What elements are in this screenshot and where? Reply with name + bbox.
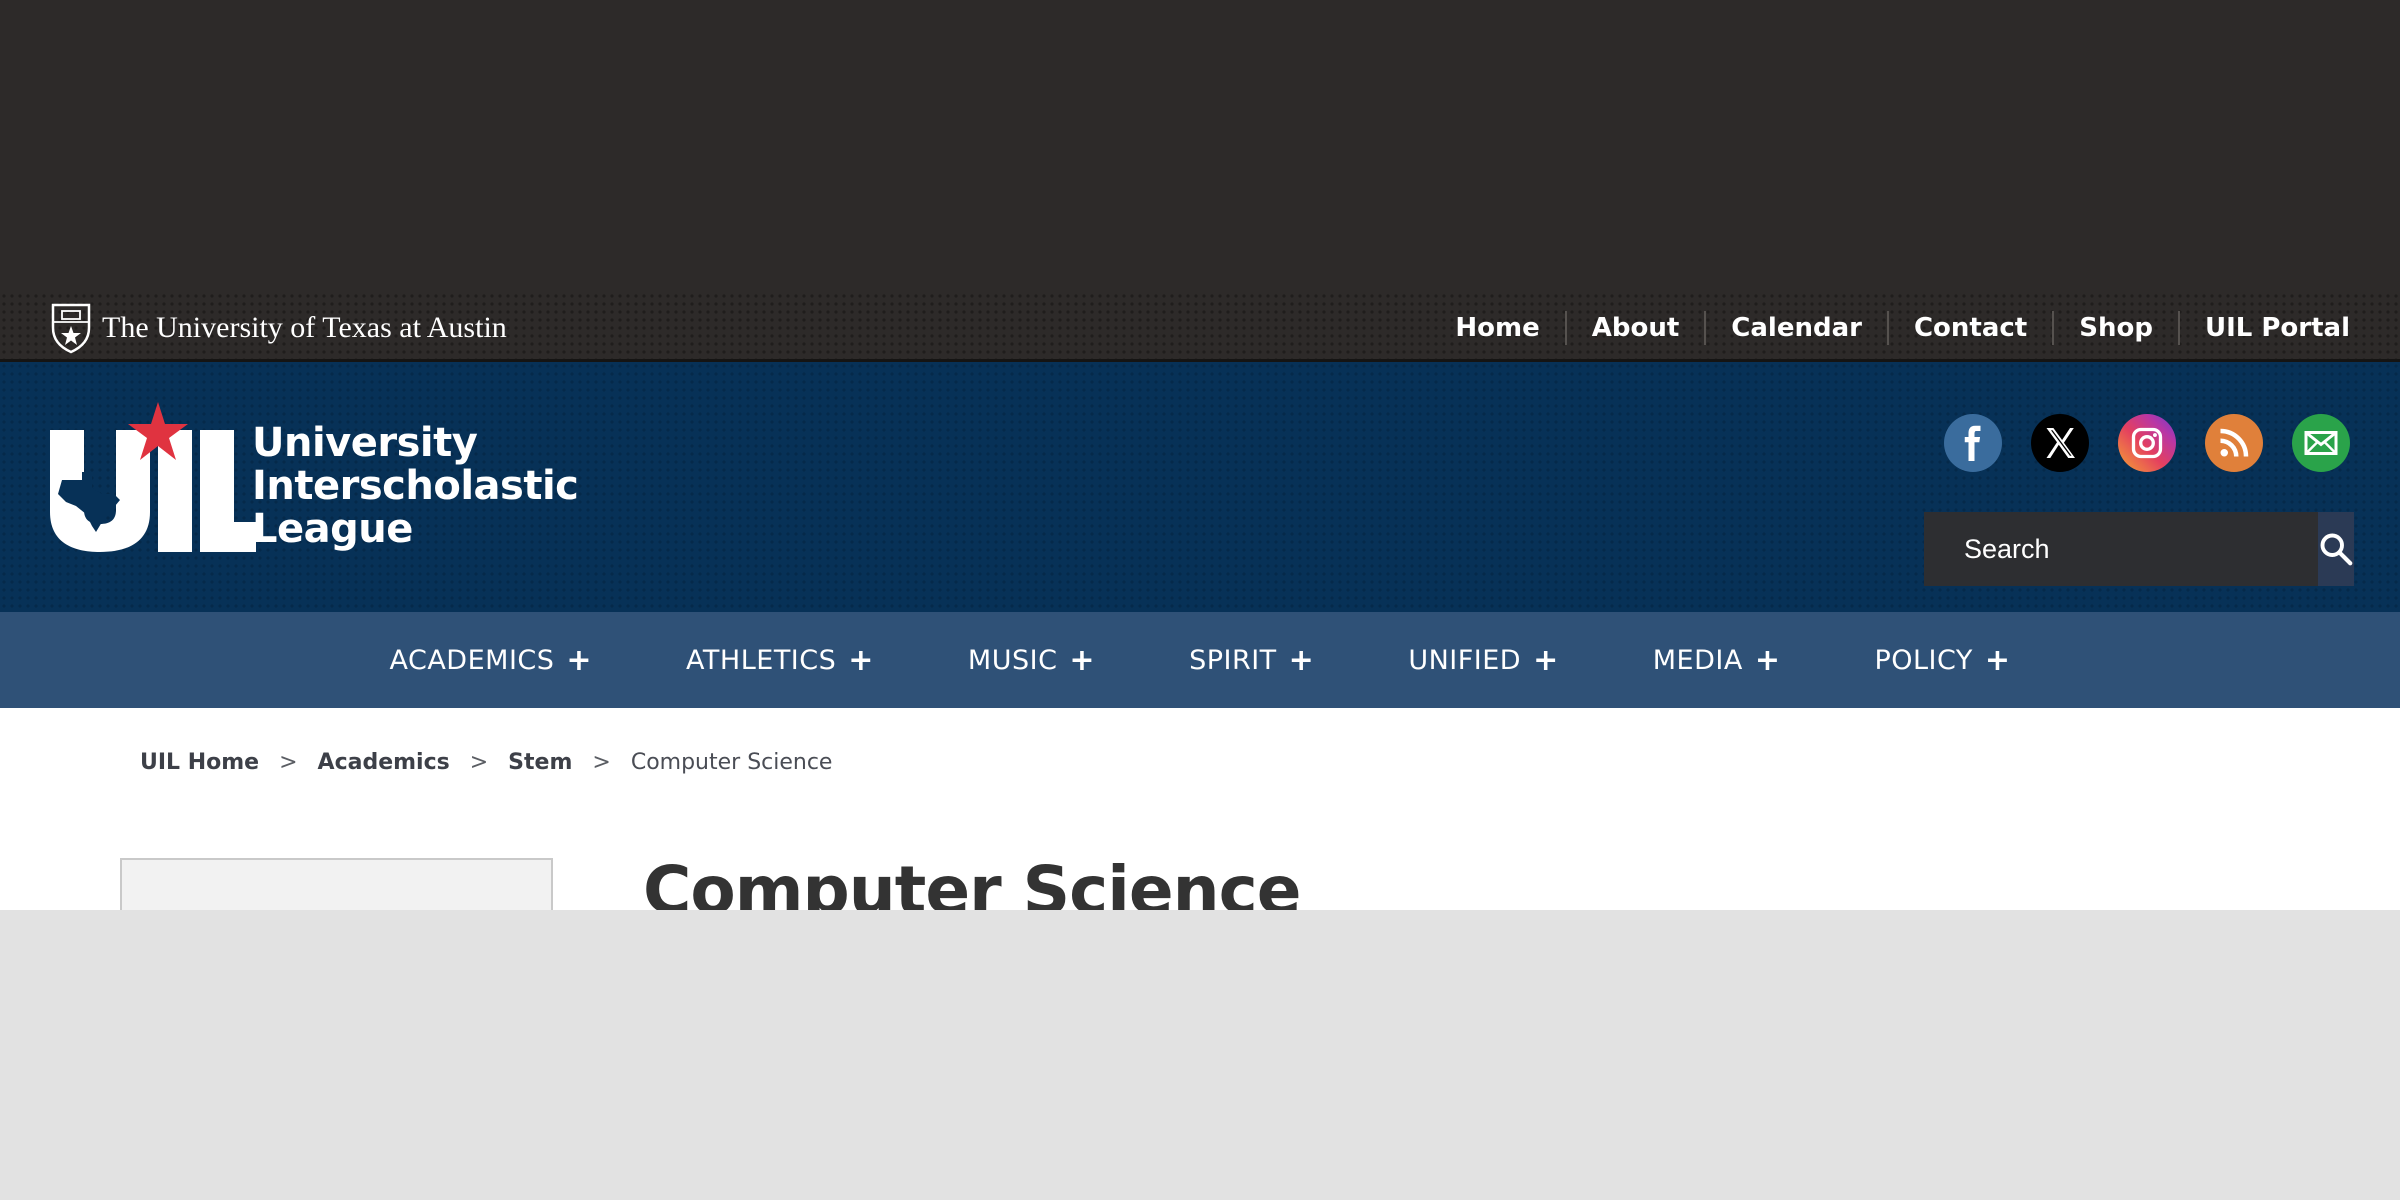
site-header: University Interscholastic League (0, 362, 2400, 612)
facebook-icon[interactable] (1944, 414, 2002, 472)
utility-nav: Home About Calendar Contact Shop UIL Por… (1430, 302, 2350, 354)
breadcrumb-current: Computer Science (630, 750, 833, 775)
nav-unified-label: UNIFIED (1408, 644, 1522, 676)
nav-music-label: MUSIC (967, 644, 1058, 676)
top-dark-band (0, 0, 2400, 292)
expand-icon[interactable]: + (1289, 643, 1315, 678)
nav-policy[interactable]: POLICY + (1827, 643, 2057, 678)
main-nav: ACADEMICS + ATHLETICS + MUSIC + SPIRIT + UNI… (0, 612, 2400, 708)
search-icon (2320, 533, 2353, 566)
expand-icon[interactable]: + (848, 643, 874, 678)
main-content: UIL Home > Academics > Stem > Computer S… (0, 708, 2400, 910)
expand-icon[interactable]: + (566, 643, 592, 678)
uil-word-1: University (252, 420, 478, 466)
social-links (1944, 414, 2350, 472)
nav-academics[interactable]: ACADEMICS + (342, 643, 639, 678)
nav-media[interactable]: MEDIA + (1606, 643, 1828, 678)
x-icon[interactable] (2031, 414, 2089, 472)
expand-icon[interactable]: + (1755, 643, 1781, 678)
nav-policy-label: POLICY (1874, 644, 1973, 676)
util-link-shop[interactable]: Shop (2052, 311, 2178, 345)
nav-unified[interactable]: UNIFIED + (1361, 643, 1605, 678)
util-link-uil-portal[interactable]: UIL Portal (2177, 311, 2350, 345)
breadcrumb-stem[interactable]: Stem (508, 750, 572, 775)
expand-icon[interactable]: + (1069, 643, 1095, 678)
uil-word-2: Interscholastic (252, 463, 579, 509)
uil-logo[interactable] (48, 402, 258, 562)
search-button[interactable] (2318, 512, 2354, 586)
email-icon[interactable] (2292, 414, 2350, 472)
site-search (1924, 512, 2354, 586)
nav-athletics-label: ATHLETICS (686, 644, 837, 676)
util-link-about[interactable]: About (1564, 311, 1705, 345)
sidebar-panel (120, 858, 553, 910)
uil-wordmark: University Interscholastic League (252, 420, 579, 552)
nav-academics-label: ACADEMICS (389, 644, 555, 676)
expand-icon[interactable]: + (1533, 643, 1559, 678)
expand-icon[interactable]: + (1985, 643, 2011, 678)
breadcrumb-separator: > (469, 750, 489, 775)
ut-shield-icon (51, 303, 91, 354)
nav-media-label: MEDIA (1652, 644, 1743, 676)
breadcrumb-uil-home[interactable]: UIL Home (140, 750, 259, 775)
breadcrumb-separator: > (279, 750, 298, 775)
util-link-contact[interactable]: Contact (1886, 311, 2052, 345)
util-link-home[interactable]: Home (1430, 311, 1564, 345)
breadcrumb-separator: > (592, 750, 611, 775)
uil-word-3: League (252, 506, 413, 552)
ut-utility-bar: The University of Texas at Austin Home A… (0, 292, 2400, 362)
rss-icon[interactable] (2205, 414, 2263, 472)
breadcrumb: UIL Home > Academics > Stem > Computer S… (140, 750, 832, 775)
breadcrumb-academics[interactable]: Academics (318, 750, 450, 775)
nav-athletics[interactable]: ATHLETICS + (639, 643, 921, 678)
nav-spirit-label: SPIRIT (1189, 644, 1277, 676)
nav-music[interactable]: MUSIC + (921, 643, 1142, 678)
nav-spirit[interactable]: SPIRIT + (1142, 643, 1361, 678)
ut-brand-link[interactable]: The University of Texas at Austin (50, 302, 507, 354)
ut-brand-text: The University of Texas at Austin (102, 311, 507, 344)
util-link-calendar[interactable]: Calendar (1704, 311, 1887, 345)
search-input[interactable] (1924, 512, 2318, 586)
page-title: Computer Science (643, 852, 1302, 910)
instagram-icon[interactable] (2118, 414, 2176, 472)
